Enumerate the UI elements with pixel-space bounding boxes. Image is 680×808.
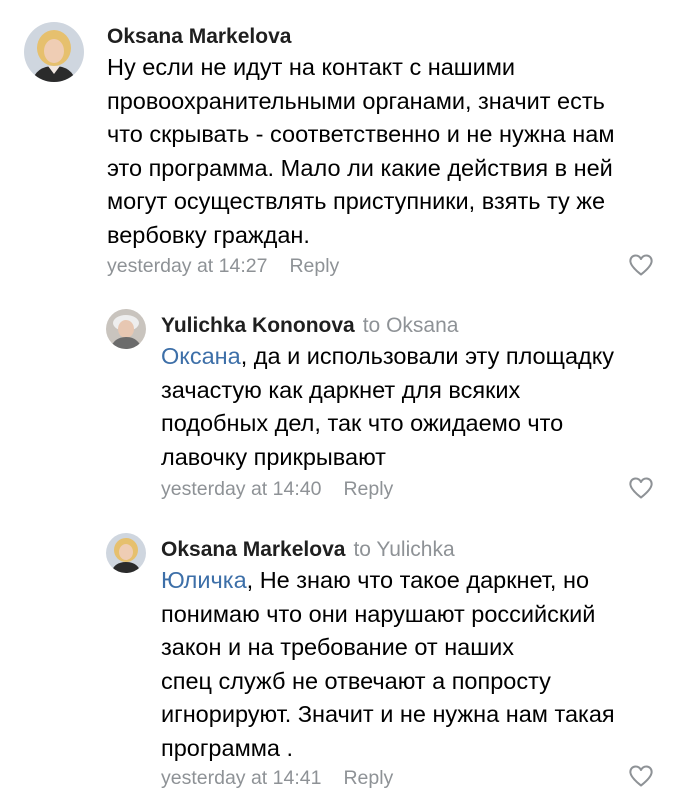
text-line: зачастую как даркнет для всяких [161, 376, 521, 403]
like-button[interactable] [628, 764, 654, 788]
reply-button[interactable]: Reply [343, 767, 393, 789]
text-line: закон и на требование от наших [161, 634, 514, 660]
text-line: лавочку прикрывают [161, 443, 386, 470]
text-line: могут осуществлять приступники, взять ту… [107, 188, 606, 214]
timestamp: yesterday at 14:40 [161, 478, 322, 500]
reply-button[interactable]: Reply [289, 255, 339, 277]
heart-icon [629, 477, 653, 499]
author-line: Oksana Markelova to Yulichka [161, 537, 455, 563]
avatar[interactable] [24, 22, 84, 82]
author-name[interactable]: Oksana Markelova [107, 25, 291, 48]
reply-button[interactable]: Reply [343, 478, 393, 500]
comment-meta: yesterday at 14:41 Reply [161, 766, 393, 790]
user-photo-icon [24, 22, 84, 82]
comment-meta: yesterday at 14:40 Reply [161, 477, 393, 501]
reply-to-label[interactable]: to Oksana [363, 314, 459, 337]
like-button[interactable] [628, 253, 654, 277]
text-line: Юличка, Не знаю что такое даркнет, но [161, 564, 615, 598]
text-line: что скрывать - соответственно и не нужна… [107, 121, 615, 147]
author-name[interactable]: Yulichka Kononova [161, 314, 355, 337]
text-line: это программа. Мало ли какие действия в … [107, 154, 613, 181]
text-line: понимаю что они нарушают российский [161, 600, 596, 627]
comment-text: Юличка, Не знаю что такое даркнет, но по… [161, 564, 615, 765]
mention-link[interactable]: Оксана [161, 343, 241, 369]
text-line: спец служб не отвечают а попросту [161, 667, 551, 694]
comment-text: Оксана, да и использовали эту площадку з… [161, 340, 614, 474]
text-line: провоохранительными органами, значит ест… [107, 87, 605, 114]
author-name[interactable]: Oksana Markelova [161, 538, 345, 561]
text-line: вербовку граждан. [107, 221, 310, 248]
author-line: Oksana Markelova [107, 24, 291, 50]
timestamp: yesterday at 14:41 [161, 767, 322, 789]
text-fragment: , да и использовали эту площадку [240, 343, 615, 369]
heart-icon [629, 765, 653, 787]
text-fragment: , Не знаю что такое даркнет, но [246, 567, 590, 593]
timestamp: yesterday at 14:27 [107, 255, 268, 277]
avatar[interactable] [106, 533, 146, 573]
avatar[interactable] [106, 309, 146, 349]
comment-text: Ну если не идут на контакт с нашими пров… [107, 51, 615, 252]
text-line: Оксана, да и использовали эту площадку [161, 340, 614, 374]
text-line: программа . [161, 734, 294, 761]
text-line: игнорируют. Значит и не нужна нам такая [161, 701, 615, 727]
heart-icon [629, 254, 653, 276]
author-line: Yulichka Kononova to Oksana [161, 313, 458, 339]
text-line: Ну если не идут на контакт с нашими [107, 54, 516, 80]
mention-link[interactable]: Юличка [161, 567, 247, 593]
user-photo-icon [106, 309, 146, 349]
comment-meta: yesterday at 14:27 Reply [107, 254, 339, 278]
user-photo-icon [106, 533, 146, 573]
like-button[interactable] [628, 476, 654, 500]
text-line: подобных дел, так что ожидаемо что [161, 410, 564, 436]
reply-to-label[interactable]: to Yulichka [353, 538, 454, 561]
